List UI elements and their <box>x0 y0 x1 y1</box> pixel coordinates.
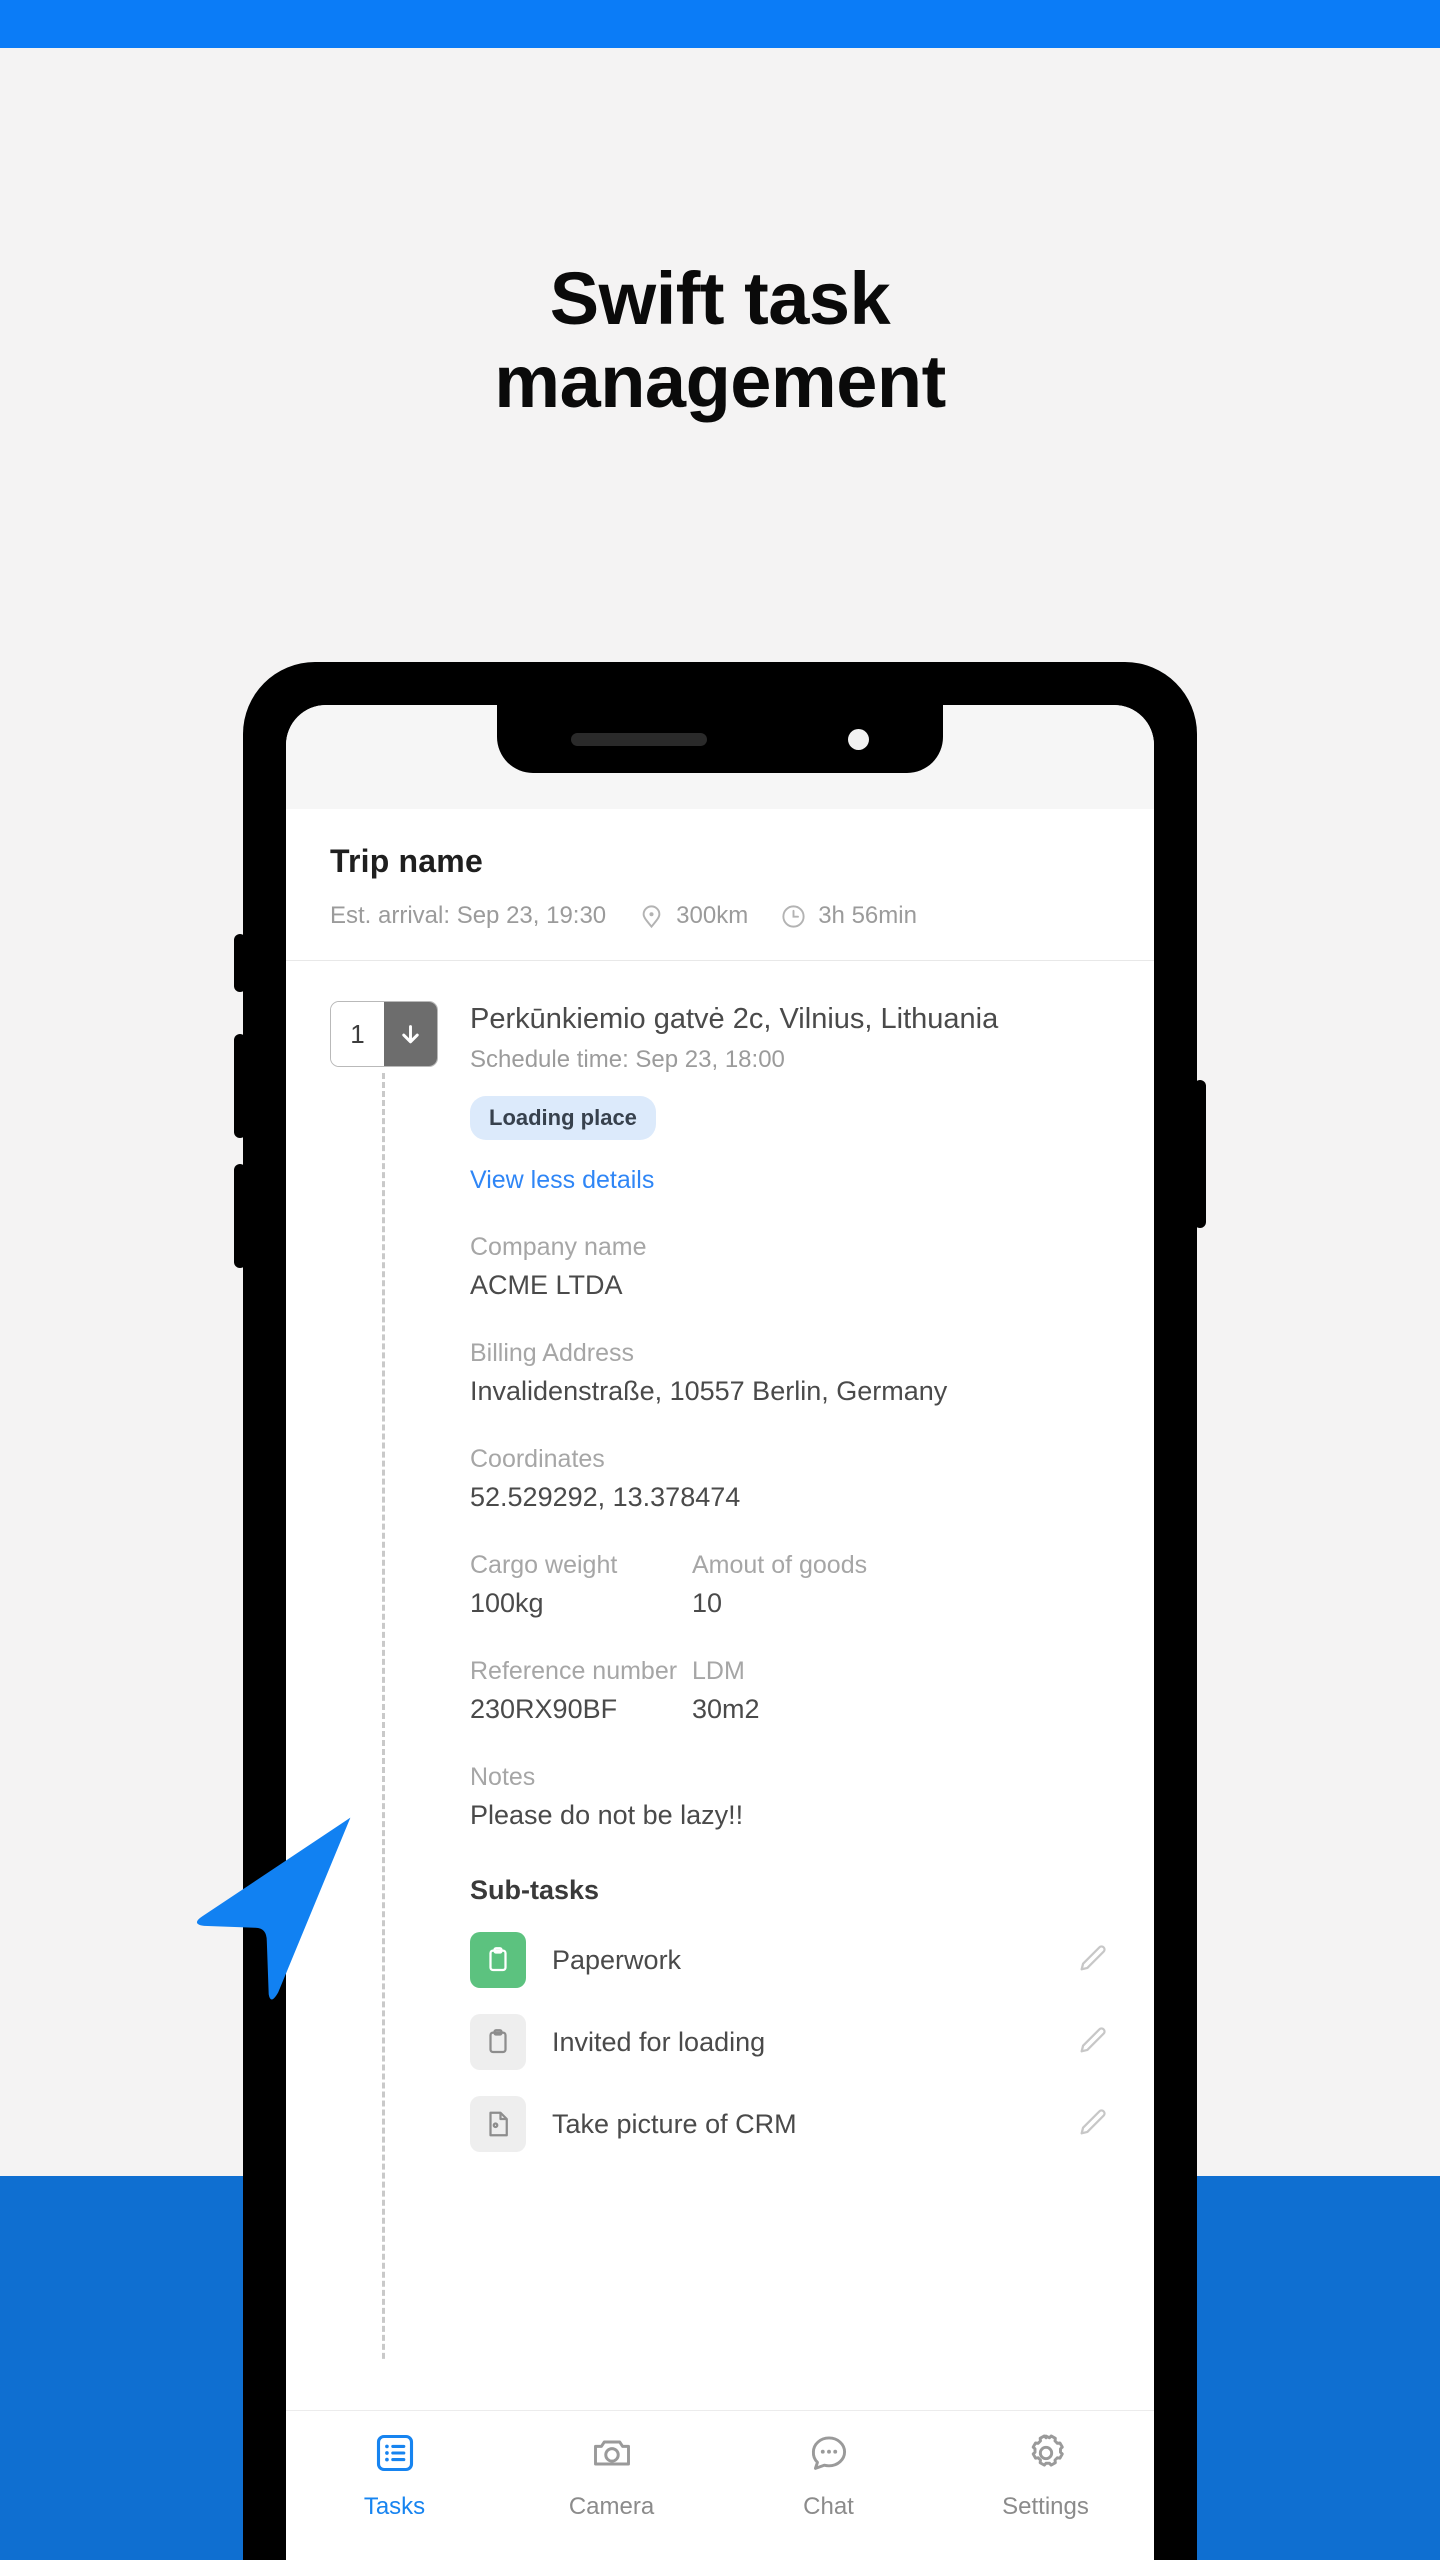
nav-item-chat[interactable]: Chat <box>720 2431 937 2521</box>
front-camera-icon <box>848 729 869 750</box>
field-label: Reference number <box>470 1657 678 1686</box>
trip-duration-label: 3h 56min <box>818 902 917 929</box>
field-label: Billing Address <box>470 1339 634 1368</box>
estimated-arrival-text: Est. arrival: Sep 23, 19:30 <box>330 902 607 929</box>
trip-duration: 3h 56min <box>780 902 917 930</box>
field-value: Invalidenstraße, 10557 Berlin, Germany <box>470 1376 948 1407</box>
trip-meta-row: Est. arrival: Sep 23, 19:30 300km 3h 56m… <box>330 902 1110 930</box>
nav-label: Settings <box>1002 2493 1089 2520</box>
map-pin-icon <box>638 903 665 930</box>
status-badge: Loading place <box>470 1096 656 1141</box>
field-notes: Notes Please do not be lazy!! <box>470 1763 1110 1831</box>
field-value: 10 <box>692 1588 723 1619</box>
trip-distance-label: 300km <box>676 902 749 929</box>
top-blue-band <box>0 0 1440 48</box>
subtask-item[interactable]: Take picture of CRM <box>470 2096 1110 2153</box>
gear-icon <box>1024 2431 1068 2480</box>
field-coordinates: Coordinates 52.529292, 13.378474 <box>470 1445 1110 1513</box>
field-label: Company name <box>470 1233 647 1262</box>
nav-label: Camera <box>568 2493 655 2520</box>
trip-distance: 300km <box>638 902 748 930</box>
field-value: 230RX90BF <box>470 1694 618 1725</box>
field-value: 100kg <box>470 1588 544 1619</box>
trip-title: Trip name <box>330 843 483 879</box>
phone-screen: Trip name Est. arrival: Sep 23, 19:30 30… <box>286 705 1154 2560</box>
field-label: Notes <box>470 1763 536 1792</box>
field-label: LDM <box>692 1657 745 1686</box>
subtasks-heading: Sub-tasks <box>470 1875 600 1906</box>
field-label: Coordinates <box>470 1445 605 1474</box>
field-value: 52.529292, 13.378474 <box>470 1482 741 1513</box>
arrow-cursor-icon <box>168 1810 358 2005</box>
subtask-label: Take picture of CRM <box>552 2108 797 2139</box>
arrow-down-icon <box>384 1002 437 1066</box>
field-value: 30m2 <box>692 1694 760 1725</box>
clipboard-icon <box>470 1932 526 1989</box>
clock-icon <box>780 903 807 930</box>
phone-volume-up-button <box>234 1034 246 1138</box>
chat-bubble-icon <box>807 2431 851 2480</box>
page-title: Swift task management <box>0 257 1440 424</box>
phone-mockup: Trip name Est. arrival: Sep 23, 19:30 30… <box>234 662 1206 2560</box>
place-badge-wrap: Loading place <box>470 1096 1110 1141</box>
task-row: 1 Perkūnkiemio gatvė 2c, Vilnius, Lithua… <box>330 1001 1110 2153</box>
field-cargo-weight: Cargo weight 100kg <box>470 1551 692 1619</box>
subtask-item[interactable]: Paperwork <box>470 1932 1110 1989</box>
headline-line-2: management <box>494 339 946 423</box>
task-address: Perkūnkiemio gatvė 2c, Vilnius, Lithuani… <box>470 1003 999 1035</box>
field-reference-number: Reference number 230RX90BF <box>470 1657 692 1725</box>
nav-item-camera[interactable]: Camera <box>503 2431 720 2521</box>
field-label: Cargo weight <box>470 1551 618 1580</box>
subtask-label: Invited for loading <box>552 2026 766 2057</box>
field-value: Please do not be lazy!! <box>470 1800 744 1831</box>
nav-item-settings[interactable]: Settings <box>937 2431 1154 2521</box>
nav-label: Tasks <box>363 2493 426 2520</box>
task-detail-panel: 1 Perkūnkiemio gatvė 2c, Vilnius, Lithua… <box>286 961 1154 2359</box>
task-content: Perkūnkiemio gatvė 2c, Vilnius, Lithuani… <box>470 1001 1110 2153</box>
phone-volume-down-button <box>234 1164 246 1268</box>
pencil-icon[interactable] <box>1076 1941 1110 1980</box>
document-image-icon <box>470 2096 526 2153</box>
field-value: ACME LTDA <box>470 1270 623 1301</box>
nav-label: Chat <box>803 2493 854 2520</box>
task-schedule-time: Schedule time: Sep 23, 18:00 <box>470 1046 785 1074</box>
clipboard-icon <box>470 2014 526 2071</box>
step-badge[interactable]: 1 <box>330 1001 438 1067</box>
field-pair-cargo: Cargo weight 100kg Amout of goods 10 <box>470 1551 1110 1619</box>
field-label: Amout of goods <box>692 1551 868 1580</box>
view-details-link[interactable]: View less details <box>470 1166 1110 1195</box>
field-amount-of-goods: Amout of goods 10 <box>692 1551 1110 1619</box>
phone-notch <box>497 705 943 773</box>
headline-line-1: Swift task <box>549 257 891 340</box>
subtask-item[interactable]: Invited for loading <box>470 2014 1110 2071</box>
nav-item-tasks[interactable]: Tasks <box>286 2431 503 2521</box>
field-ldm: LDM 30m2 <box>692 1657 1110 1725</box>
timeline-connector <box>382 1073 385 2359</box>
bottom-navigation-bar: Tasks Camera Chat Settings <box>286 2410 1154 2560</box>
phone-power-button <box>1194 1080 1206 1228</box>
camera-icon <box>590 2431 634 2480</box>
earpiece-speaker <box>571 733 707 746</box>
list-icon <box>373 2431 417 2480</box>
field-pair-reference: Reference number 230RX90BF LDM 30m2 <box>470 1657 1110 1725</box>
promo-screenshot: Swift task management Trip name Est. arr… <box>0 0 1440 2560</box>
step-number: 1 <box>331 1002 384 1066</box>
subtask-label: Paperwork <box>552 1944 682 1975</box>
pencil-icon[interactable] <box>1076 2023 1110 2062</box>
field-company-name: Company name ACME LTDA <box>470 1233 1110 1301</box>
pencil-icon[interactable] <box>1076 2105 1110 2144</box>
field-billing-address: Billing Address Invalidenstraße, 10557 B… <box>470 1339 1110 1407</box>
phone-mute-switch <box>234 934 246 992</box>
trip-header: Trip name Est. arrival: Sep 23, 19:30 30… <box>286 809 1154 961</box>
